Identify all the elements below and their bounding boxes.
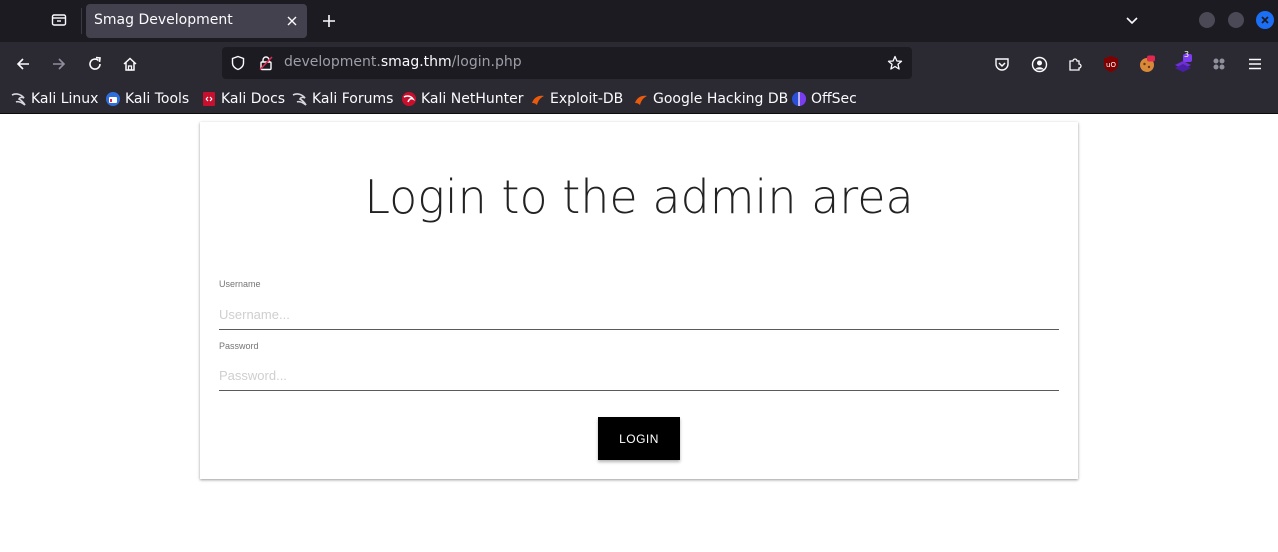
page-content: Login to the admin area Username Passwor… bbox=[0, 115, 1278, 552]
foxyproxy-icon[interactable] bbox=[1208, 53, 1230, 75]
bookmark-label: Kali Tools bbox=[125, 91, 190, 107]
kali-docs-icon bbox=[201, 91, 217, 107]
bookmarks-toolbar: Kali Linux Kali Tools Kali Docs Kali For… bbox=[0, 84, 1278, 114]
bookmark-label: Google Hacking DB bbox=[653, 91, 789, 107]
nethunter-icon bbox=[401, 91, 417, 107]
page-title: Login to the admin area bbox=[364, 170, 914, 224]
ublock-origin-icon[interactable]: uO bbox=[1100, 53, 1122, 75]
wappalyzer-icon[interactable]: 3 bbox=[1172, 50, 1194, 75]
tab-bar: Smag Development bbox=[0, 0, 1278, 42]
login-button[interactable]: LOGIN bbox=[598, 417, 680, 460]
bookmark-label: Kali NetHunter bbox=[421, 91, 524, 107]
new-tab-icon[interactable] bbox=[318, 10, 340, 32]
extension-badge-count: 3 bbox=[1184, 50, 1190, 59]
bookmark-label: Kali Linux bbox=[31, 91, 99, 107]
bookmark-kali-linux[interactable]: Kali Linux bbox=[11, 90, 98, 108]
extensions-puzzle-icon[interactable] bbox=[1064, 53, 1086, 75]
maximize-window-button[interactable] bbox=[1228, 12, 1244, 28]
shield-icon[interactable] bbox=[229, 54, 247, 72]
minimize-window-button[interactable] bbox=[1199, 12, 1215, 28]
cookie-editor-icon[interactable] bbox=[1136, 53, 1158, 75]
bookmark-offsec[interactable]: OffSec bbox=[791, 90, 857, 108]
password-label: Password bbox=[219, 341, 259, 351]
home-icon[interactable] bbox=[118, 52, 142, 76]
address-bar[interactable]: development.smag.thm/login.php bbox=[222, 47, 912, 79]
account-icon[interactable] bbox=[1028, 53, 1050, 75]
bookmark-label: Exploit-DB bbox=[550, 91, 624, 107]
bookmark-label: OffSec bbox=[811, 91, 857, 107]
pocket-icon[interactable] bbox=[991, 53, 1013, 75]
url-path: /login.php bbox=[451, 54, 522, 70]
back-arrow-icon[interactable] bbox=[11, 52, 35, 76]
chevron-down-icon[interactable] bbox=[1122, 10, 1142, 30]
bookmark-kali-tools[interactable]: Kali Tools bbox=[105, 90, 189, 108]
close-window-button[interactable] bbox=[1256, 11, 1274, 29]
bookmark-exploit-db[interactable]: Exploit-DB bbox=[530, 90, 623, 108]
offsec-icon bbox=[791, 91, 807, 107]
tab-smag-development[interactable]: Smag Development bbox=[86, 4, 307, 38]
kali-tools-icon bbox=[105, 91, 121, 107]
login-card: Login to the admin area Username Passwor… bbox=[200, 122, 1078, 479]
exploit-db-icon bbox=[633, 91, 649, 107]
username-input[interactable] bbox=[219, 300, 1059, 330]
close-tab-icon[interactable] bbox=[283, 12, 301, 30]
bookmark-kali-docs[interactable]: Kali Docs bbox=[201, 90, 285, 108]
bookmark-label: Kali Forums bbox=[312, 91, 394, 107]
exploit-db-icon bbox=[530, 91, 546, 107]
url-text[interactable]: development.smag.thm/login.php bbox=[284, 54, 522, 70]
bookmark-kali-forums[interactable]: Kali Forums bbox=[292, 90, 393, 108]
svg-text:uO: uO bbox=[1106, 61, 1116, 69]
url-prefix: development. bbox=[284, 54, 381, 70]
password-input[interactable] bbox=[219, 361, 1059, 391]
bookmark-kali-nethunter[interactable]: Kali NetHunter bbox=[401, 90, 523, 108]
kali-dragon-icon bbox=[11, 91, 27, 107]
tab-title: Smag Development bbox=[94, 12, 233, 28]
insecure-lock-icon[interactable] bbox=[257, 54, 275, 72]
kali-dragon-icon bbox=[292, 91, 308, 107]
star-icon[interactable] bbox=[886, 54, 904, 72]
reload-icon[interactable] bbox=[83, 52, 107, 76]
username-label: Username bbox=[219, 279, 261, 289]
forward-arrow-icon[interactable] bbox=[47, 52, 71, 76]
hamburger-menu-icon[interactable] bbox=[1244, 53, 1266, 75]
firefox-view-icon[interactable] bbox=[48, 9, 70, 31]
tab-separator bbox=[81, 8, 82, 34]
bookmark-google-hacking-db[interactable]: Google Hacking DB bbox=[633, 90, 788, 108]
bookmark-label: Kali Docs bbox=[221, 91, 286, 107]
url-host: smag.thm bbox=[380, 54, 452, 70]
